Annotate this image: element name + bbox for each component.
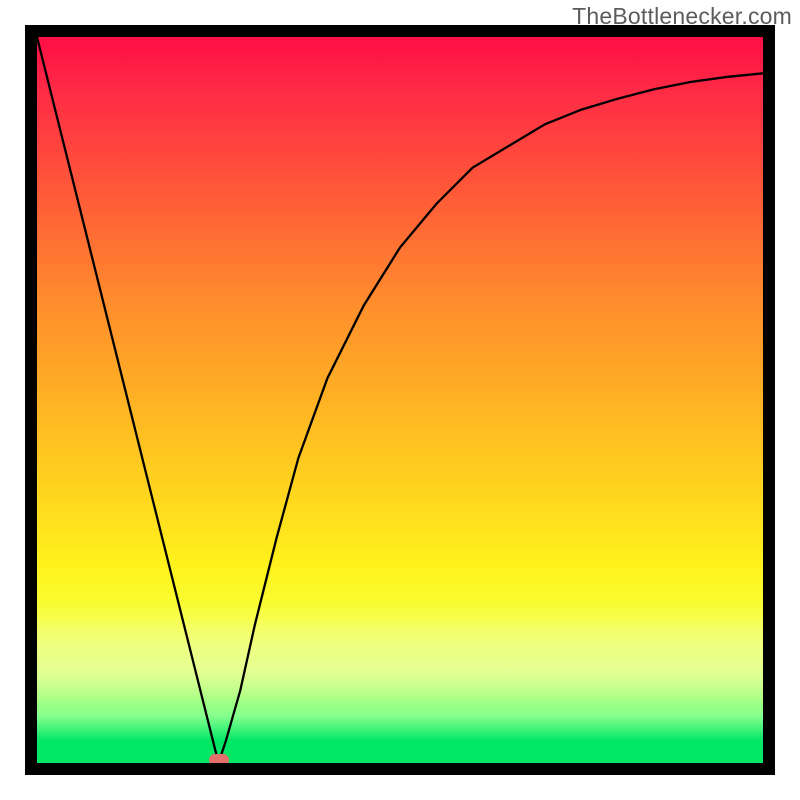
plot-panel [37,37,763,763]
curve-path [37,37,763,763]
chart-frame [25,25,775,775]
bottleneck-curve [37,37,763,763]
optimum-marker [209,754,229,763]
chart-container: TheBottlenecker.com [0,0,800,800]
watermark-text: TheBottlenecker.com [572,3,792,30]
